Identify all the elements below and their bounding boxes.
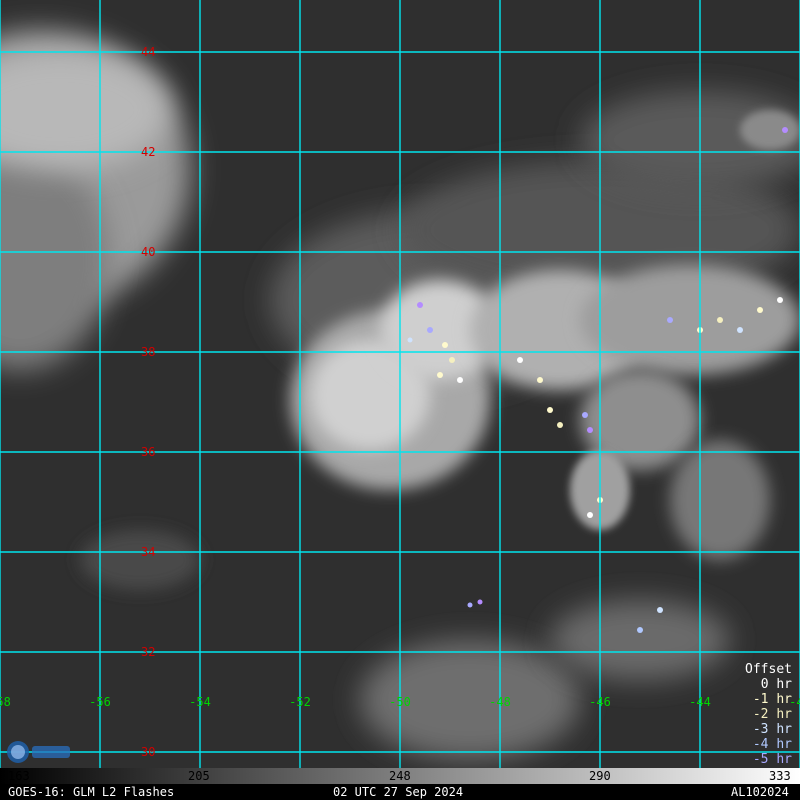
brightness-colorbar: 163 205 248 290 333 <box>0 768 800 784</box>
longitude-label: -56 <box>89 695 111 709</box>
legend-row: -3 hr <box>752 722 792 737</box>
time-offset-legend: Offset 0 hr-1 hr-2 hr-3 hr-4 hr-5 hr-6 h… <box>745 662 792 782</box>
legend-row: -1 hr <box>752 692 792 707</box>
colorbar-tick: 163 <box>8 769 30 783</box>
latitude-label: 40 <box>141 245 155 259</box>
longitude-label: -52 <box>289 695 311 709</box>
colorbar-tick: 248 <box>389 769 411 783</box>
latitude-label: 32 <box>141 645 155 659</box>
colorbar-tick: 205 <box>188 769 210 783</box>
latitude-label: 30 <box>141 745 155 759</box>
latitude-label: 38 <box>141 345 155 359</box>
noaa-logo-icon <box>7 741 70 763</box>
timestamp-label: 02 UTC 27 Sep 2024 <box>333 785 464 799</box>
legend-rows: 0 hr-1 hr-2 hr-3 hr-4 hr-5 hr-6 hr <box>745 677 792 782</box>
longitude-label: -54 <box>189 695 211 709</box>
latitude-label: 34 <box>141 545 155 559</box>
colorbar-tick: 333 <box>769 769 791 783</box>
legend-row: -4 hr <box>752 737 792 752</box>
legend-row: 0 hr <box>760 677 792 692</box>
legend-row: -2 hr <box>752 707 792 722</box>
longitude-label: -50 <box>389 695 411 709</box>
satellite-product-label: GOES-16: GLM L2 Flashes <box>8 785 175 799</box>
latitude-label: 42 <box>141 145 155 159</box>
satellite-map-view: 44 42 40 38 36 34 32 30 -58 -56 -54 -52 -50 -48 -46 -44… <box>0 0 800 800</box>
legend-title: Offset <box>745 662 792 677</box>
storm-id-label: AL102024 <box>731 785 789 799</box>
footer-bar: GOES-16: GLM L2 Flashes 02 UTC 27 Sep 20… <box>0 784 800 800</box>
longitude-label: -44 <box>689 695 711 709</box>
longitude-label: -48 <box>489 695 511 709</box>
colorbar-tick: 290 <box>589 769 611 783</box>
latitude-label: 44 <box>141 45 155 59</box>
legend-row: -5 hr <box>752 752 792 767</box>
latitude-label: 36 <box>141 445 155 459</box>
longitude-label: -46 <box>589 695 611 709</box>
satellite-image: 44 42 40 38 36 34 32 30 -58 -56 -54 -52 -50 -48 -46 -44… <box>0 0 800 768</box>
longitude-label: -58 <box>0 695 11 709</box>
